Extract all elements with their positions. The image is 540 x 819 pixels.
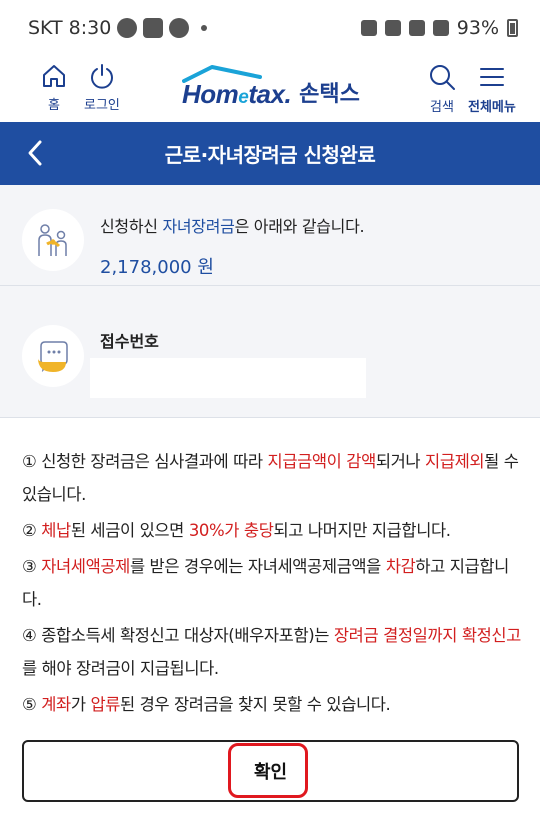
receipt-avatar (22, 325, 84, 387)
incentive-type: 자녀장려금 (162, 217, 235, 236)
status-bar: SKT 8:30 93% (0, 0, 540, 56)
receipt-number-value (90, 358, 366, 398)
confirm-label: 확인 (253, 762, 288, 783)
all-menu-label: 전체메뉴 (468, 100, 516, 115)
login-label: 로그인 (84, 98, 120, 113)
search-icon (430, 65, 455, 90)
login-button[interactable]: 로그인 (84, 62, 120, 113)
location-icon (384, 20, 401, 36)
carrier-label: SKT (28, 17, 63, 39)
all-menu-button[interactable]: 전체메뉴 (468, 62, 516, 115)
page-title: 근로·자녀장려금 신청완료 (164, 143, 376, 167)
battery-icon (507, 19, 518, 37)
home-label: 홈 (48, 98, 60, 113)
notice-item: ③ 자녀세액공제를 받은 경우에는 자녀세액공제금액을 차감하고 지급합니다. (22, 557, 509, 609)
logo-text-en: Hometax. (182, 65, 292, 110)
home-icon (43, 65, 65, 87)
app-header: 홈 로그인 Hometax. 손택스 검색 전체메뉴 (0, 56, 540, 122)
back-button[interactable] (20, 138, 50, 168)
roof-icon (182, 65, 262, 83)
status-right: 93% (360, 17, 518, 39)
application-info-panel: 신청하신 자녀장려금은 아래와 같습니다. 2,178,000 원 접수번호 (0, 185, 540, 418)
search-label: 검색 (430, 100, 454, 115)
battery-percent: 93% (456, 17, 499, 39)
gallery-icon (143, 18, 164, 38)
notice-item: ② 체납된 세금이 있으면 30%가 충당되고 나머지만 지급합니다. (22, 521, 451, 540)
more-notifications-dot (201, 25, 208, 31)
application-summary: 신청하신 자녀장려금은 아래와 같습니다. (100, 217, 365, 236)
notice-item: ① 신청한 장려금은 심사결과에 따라 지급금액이 감액되거나 지급제외될 수 … (22, 452, 519, 504)
notice-list: ① 신청한 장려금은 심사결과에 따라 지급금액이 감액되거나 지급제외될 수 … (22, 445, 522, 724)
logo-text-ko: 손택스 (299, 82, 360, 107)
notice-item: ⑤ 계좌가 압류된 경우 장려금을 찾지 못할 수 있습니다. (22, 695, 391, 714)
search-button[interactable]: 검색 (427, 62, 457, 115)
family-icon (38, 224, 67, 256)
signal-icon (432, 20, 449, 36)
chat-bubble-icon (38, 341, 68, 373)
moon-icon (117, 18, 138, 38)
home-button[interactable]: 홈 (40, 62, 68, 113)
hometax-logo[interactable]: Hometax. 손택스 (182, 64, 360, 110)
talk-icon (169, 18, 190, 38)
notice-item: ④ 종합소득세 확정신고 대상자(배우자포함)는 장려금 결정일까지 확정신고를… (22, 626, 521, 678)
5g-icon (408, 20, 425, 36)
receipt-number-label: 접수번호 (100, 332, 159, 351)
alarm-icon (360, 20, 377, 36)
chevron-left-icon (28, 140, 42, 166)
confirm-button[interactable]: 확인 (22, 740, 519, 802)
title-bar: 근로·자녀장려금 신청완료 (0, 122, 540, 185)
family-avatar (22, 209, 84, 271)
card-divider (0, 285, 540, 286)
incentive-amount: 2,178,000 원 (100, 257, 214, 278)
power-icon (90, 64, 113, 89)
status-left: SKT 8:30 (28, 17, 208, 39)
clock: 8:30 (68, 17, 112, 39)
hamburger-icon (479, 68, 504, 86)
